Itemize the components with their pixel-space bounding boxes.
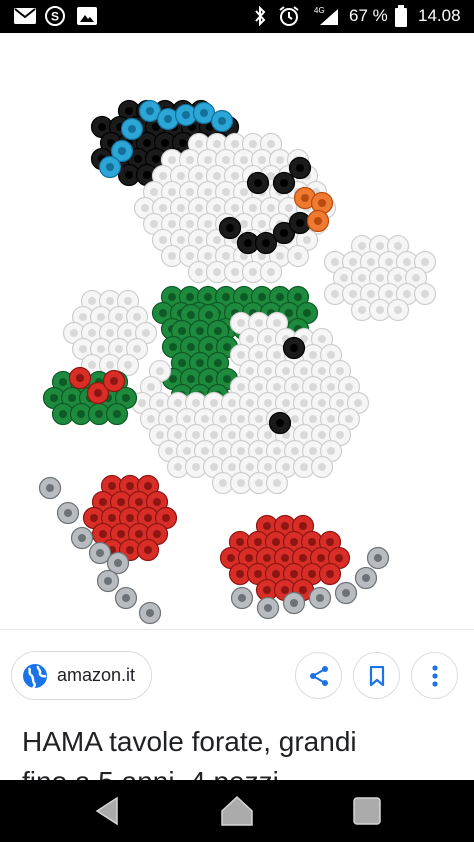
bookmark-button[interactable]: [353, 652, 400, 699]
share-icon: [309, 665, 328, 686]
bookmark-icon: [369, 665, 384, 686]
signal-icon: 4G: [306, 5, 340, 27]
home-button[interactable]: [220, 794, 254, 828]
share-button[interactable]: [295, 652, 342, 699]
skype-icon: S: [44, 5, 66, 27]
back-button[interactable]: [90, 794, 124, 828]
clock: 14.08: [418, 6, 461, 25]
source-label: amazon.it: [57, 665, 136, 685]
battery-percent: 67 %: [349, 6, 388, 25]
bluetooth-icon: [253, 5, 267, 27]
battery-icon: [395, 5, 407, 27]
divider: [0, 629, 474, 630]
alarm-icon: [278, 5, 300, 27]
network-label: 4G: [314, 6, 325, 15]
bead-snowman-image: [38, 99, 437, 625]
image-preview[interactable]: [0, 33, 474, 628]
home-icon: [221, 795, 253, 826]
more-options-button[interactable]: [411, 652, 458, 699]
image-icon: [77, 5, 97, 27]
status-bar: S 4G 67 % 14.08: [0, 0, 474, 33]
source-chip[interactable]: amazon.it: [11, 651, 152, 700]
recents-icon: [353, 797, 381, 825]
mail-icon: [14, 5, 36, 27]
navigation-bar: [0, 780, 474, 842]
svg-text:S: S: [51, 10, 59, 24]
recents-button[interactable]: [350, 794, 384, 828]
globe-icon: [23, 663, 47, 689]
more-vert-icon: [431, 664, 438, 687]
back-icon: [95, 796, 118, 826]
result-title[interactable]: HAMA tavole forate, grandi: [22, 726, 357, 758]
